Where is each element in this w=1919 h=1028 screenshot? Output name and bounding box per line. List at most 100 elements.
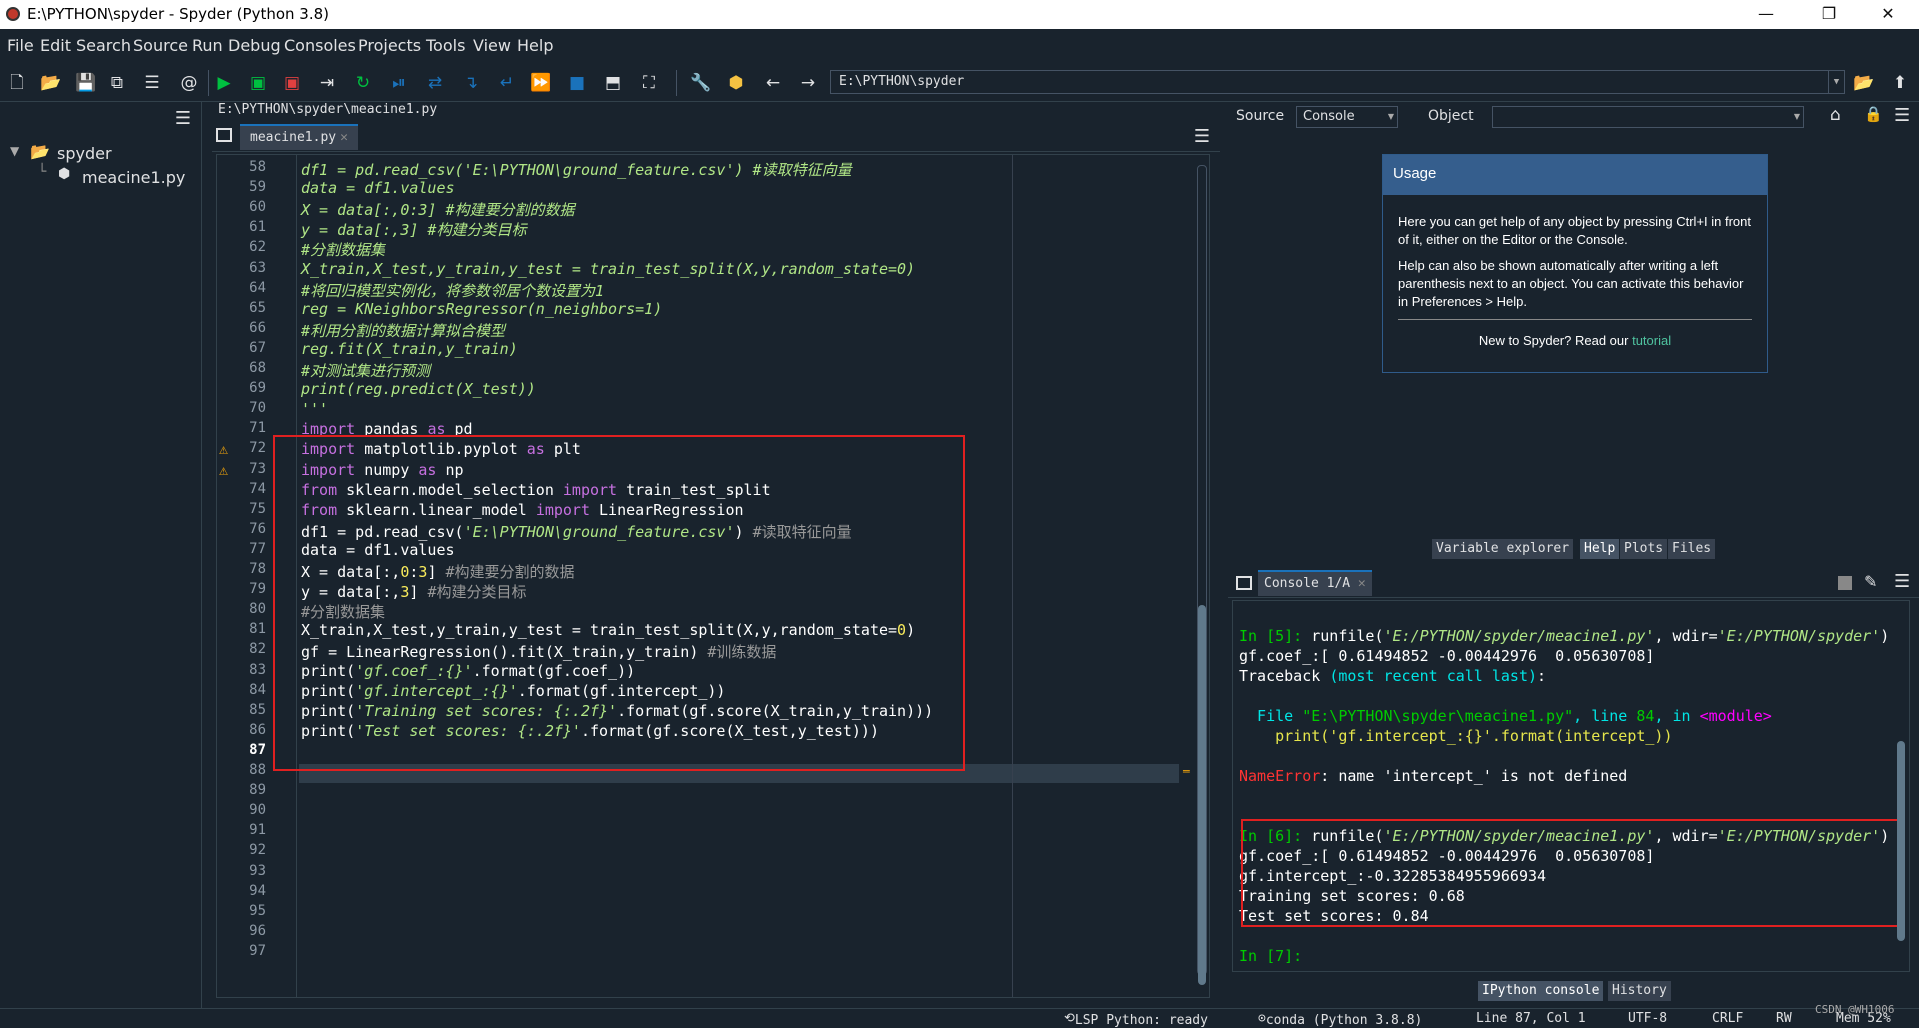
code-line: #对测试集进行预测	[301, 362, 431, 380]
save-all-icon[interactable]: ⧉	[106, 72, 128, 94]
continue-icon[interactable]: ⏩	[530, 72, 552, 94]
pane-menu-icon[interactable]: ☰	[175, 108, 191, 129]
line-number: 94	[249, 882, 266, 899]
menu-tools[interactable]: Tools	[426, 36, 465, 55]
object-combo[interactable]: ▼	[1492, 106, 1804, 128]
menu-edit[interactable]: Edit	[40, 36, 71, 55]
back-arrow-icon[interactable]: ←	[762, 72, 784, 94]
menu-help[interactable]: Help	[517, 36, 553, 55]
line-number: 78	[249, 561, 266, 577]
working-directory-field[interactable]: E:\PYTHON\spyder ▼	[830, 70, 1845, 94]
parent-dir-arrow-icon[interactable]: ⬆	[1889, 72, 1911, 94]
tutorial-link[interactable]: tutorial	[1632, 333, 1671, 348]
tab-files[interactable]: Files	[1668, 539, 1716, 559]
close-tab-icon[interactable]: ✕	[340, 130, 348, 145]
tab-plots[interactable]: Plots	[1620, 539, 1668, 559]
ipython-console-output[interactable]: In [5]: runfile('E:/PYTHON/spyder/meacin…	[1232, 600, 1910, 972]
run-selection-icon[interactable]: ⇥	[316, 72, 338, 94]
line-number: 77	[249, 540, 266, 557]
browse-folder-icon[interactable]: 📂	[1853, 72, 1875, 94]
editor-scrollbar-thumb[interactable]	[1198, 605, 1206, 985]
working-directory-value: E:\PYTHON\spyder	[839, 74, 965, 89]
menu-source[interactable]: Source	[133, 36, 188, 55]
tree-file-meacine1[interactable]: meacine1.py	[82, 168, 185, 187]
new-file-icon[interactable]: 🗋	[6, 72, 28, 94]
menu-projects[interactable]: Projects	[358, 36, 421, 55]
code-editor[interactable]: 58 59 60 61 62 63 64 65 66 67 68 69 70 71 72 73 74 75 76 77…	[216, 154, 1210, 998]
close-button[interactable]: ✕	[1868, 2, 1908, 26]
editor-menu-icon[interactable]: ☰	[1194, 126, 1210, 147]
code-line: X_train,X_test,y_train,y_test = train_te…	[301, 259, 916, 278]
tab-ipython-console[interactable]: IPython console	[1478, 981, 1604, 1001]
save-icon[interactable]: 💾	[75, 72, 97, 94]
tree-folder-spyder[interactable]: spyder	[57, 144, 112, 163]
code-line: reg.fit(X_train,y_train)	[301, 339, 518, 358]
menu-debug[interactable]: Debug	[228, 36, 281, 55]
browse-tabs-icon[interactable]	[216, 128, 232, 142]
minimize-button[interactable]: —	[1746, 2, 1786, 26]
warning-icon[interactable]: ⚠	[219, 440, 237, 458]
title-bar: E:\PYTHON\spyder - Spyder (Python 3.8) —…	[0, 0, 1919, 29]
preferences-wrench-icon[interactable]: 🔧	[690, 72, 712, 94]
warning-icon[interactable]: ⚠	[219, 461, 237, 479]
console-menu-icon[interactable]: ☰	[1894, 571, 1910, 592]
forward-arrow-icon[interactable]: →	[797, 72, 819, 94]
console-tab[interactable]: Console 1/A ✕	[1258, 570, 1372, 596]
line-number: 60	[249, 199, 266, 216]
debug-icon[interactable]: ⏯	[388, 72, 410, 94]
run-cell-advance-icon[interactable]: ▣	[281, 72, 303, 94]
line-number: 82	[249, 641, 266, 658]
stop-kernel-icon[interactable]	[1838, 576, 1852, 590]
line-number: 85	[249, 701, 266, 718]
fullscreen-icon[interactable]: ⛶	[638, 72, 660, 94]
source-label: Source	[1236, 108, 1285, 124]
spyder-app-icon	[6, 7, 20, 21]
tab-history[interactable]: History	[1608, 981, 1671, 1001]
chevron-down-icon: ▼	[1793, 112, 1801, 121]
line-number: 81	[249, 621, 266, 638]
collapse-arrow-icon[interactable]: ▼	[10, 144, 19, 158]
console-line: gf.coef_:[ 0.61494852 -0.00442976 0.0563…	[1239, 647, 1655, 665]
close-tab-icon[interactable]: ✕	[1358, 576, 1366, 591]
help-menu-icon[interactable]: ☰	[1894, 105, 1910, 126]
window-title: E:\PYTHON\spyder - Spyder (Python 3.8)	[27, 5, 329, 23]
line-number: 69	[249, 380, 266, 397]
code-line: print(reg.predict(X_test))	[301, 380, 536, 399]
outline-icon[interactable]: ☰	[141, 72, 163, 94]
run-icon[interactable]: ▶	[213, 72, 235, 94]
maximize-pane-icon[interactable]: ⬒	[602, 72, 624, 94]
line-number: 87	[249, 741, 266, 758]
step-icon[interactable]: ⇄	[424, 72, 446, 94]
python-path-icon[interactable]: ⬢	[725, 72, 747, 94]
step-return-icon[interactable]: ↵	[496, 72, 518, 94]
run-cell-icon[interactable]: ▣	[247, 72, 269, 94]
clear-console-icon[interactable]: ✎	[1864, 572, 1877, 591]
line-number: 75	[249, 500, 266, 517]
step-into-icon[interactable]: ↴	[460, 72, 482, 94]
editor-tab-meacine1[interactable]: meacine1.py ✕	[240, 124, 358, 150]
menu-search[interactable]: Search	[76, 36, 131, 55]
python-file-icon: ⬢	[58, 166, 71, 182]
chevron-down-icon: ▼	[1387, 112, 1395, 121]
console-line: Traceback (most recent call last):	[1239, 667, 1547, 685]
open-file-icon[interactable]: 📂	[40, 72, 62, 94]
menu-consoles[interactable]: Consoles	[284, 36, 356, 55]
browse-tabs-icon[interactable]	[1236, 576, 1252, 590]
tab-variable-explorer[interactable]: Variable explorer	[1432, 539, 1574, 559]
cursor-position: Line 87, Col 1	[1476, 1011, 1586, 1026]
lock-icon[interactable]: 🔒	[1864, 105, 1883, 123]
home-icon[interactable]: ⌂	[1830, 105, 1841, 125]
line-number: 84	[249, 681, 266, 698]
source-combo[interactable]: Console ▼	[1296, 106, 1398, 128]
stop-debug-icon[interactable]: ■	[566, 72, 588, 94]
console-scrollbar-thumb[interactable]	[1897, 741, 1905, 941]
tab-help[interactable]: Help	[1580, 539, 1620, 559]
at-icon[interactable]: @	[178, 72, 200, 94]
menu-run[interactable]: Run	[192, 36, 223, 55]
maximize-button[interactable]: ❐	[1809, 2, 1849, 26]
menu-view[interactable]: View	[473, 36, 511, 55]
chevron-down-icon[interactable]: ▼	[1828, 71, 1844, 93]
conda-status: ⊙ conda (Python 3.8.8)	[1258, 1011, 1423, 1028]
menu-file[interactable]: File	[7, 36, 34, 55]
rerun-icon[interactable]: ↻	[352, 72, 374, 94]
